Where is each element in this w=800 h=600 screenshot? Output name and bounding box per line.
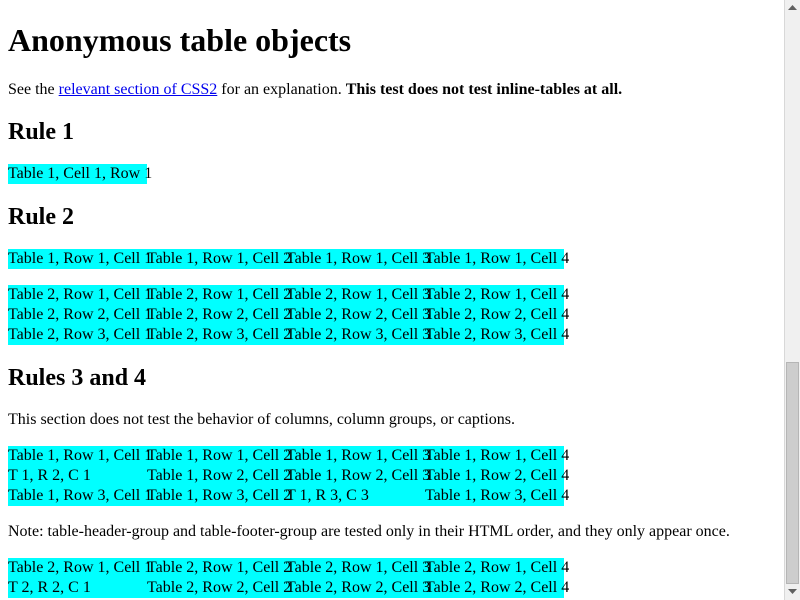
table-row: Table 2, Row 1, Cell 1Table 2, Row 1, Ce… (8, 285, 570, 305)
table-cell: Table 2, Row 1, Cell 2 (147, 559, 292, 576)
table-cell: Table 1, Row 1, Cell 1 (8, 447, 153, 464)
table-cell: Table 1, Row 1, Cell 2 (147, 447, 292, 464)
table-cell: Table 1, Row 1, Cell 4 (425, 447, 570, 464)
table-row: Table 2, Row 3, Cell 1Table 2, Row 3, Ce… (8, 325, 570, 345)
table-cell: Table 1, Cell 1, Row 1 (8, 165, 153, 182)
intro-paragraph: See the relevant section of CSS2 for an … (8, 80, 622, 100)
table-cell: T 1, R 3, C 3 (286, 487, 369, 504)
table-cell: Table 1, Row 1, Cell 3 (286, 250, 431, 267)
table-row: Table 1, Cell 1, Row 1 (8, 164, 152, 184)
intro-prefix: See the (8, 81, 59, 98)
table-cell: T 2, R 2, C 1 (8, 579, 91, 596)
table-cell: Table 1, Row 2, Cell 4 (425, 467, 570, 484)
table-cell: Table 2, Row 3, Cell 4 (425, 326, 570, 343)
table-cell: Table 1, Row 3, Cell 2 (147, 487, 292, 504)
table-cell: Table 2, Row 1, Cell 1 (8, 286, 153, 303)
table-row: T 2, R 2, C 1 Table 2, Row 2, Cell 2Table… (8, 578, 570, 598)
table-cell: Table 1, Row 1, Cell 4 (425, 250, 570, 267)
vertical-scrollbar[interactable] (784, 0, 800, 600)
arrow-up-icon (788, 5, 797, 10)
scroll-down-button[interactable] (785, 584, 800, 600)
rule2-heading: Rule 2 (8, 204, 74, 230)
table-cell: Table 1, Row 3, Cell 1 (8, 487, 153, 504)
rule1-heading: Rule 1 (8, 119, 74, 145)
intro-middle: for an explanation. (217, 81, 346, 98)
table-cell: Table 2, Row 2, Cell 4 (425, 579, 570, 596)
table-cell: Table 1, Row 1, Cell 2 (147, 250, 292, 267)
table-cell: Table 2, Row 1, Cell 4 (425, 286, 570, 303)
css2-section-link[interactable]: relevant section of CSS2 (59, 81, 218, 98)
table-cell: Table 2, Row 3, Cell 3 (286, 326, 431, 343)
table-cell: Table 1, Row 3, Cell 4 (425, 487, 570, 504)
table-cell: Table 2, Row 2, Cell 1 (8, 306, 153, 323)
rule2-table2: Table 2, Row 1, Cell 1Table 2, Row 1, Ce… (8, 285, 570, 345)
table-cell: Table 1, Row 2, Cell 3 (286, 467, 431, 484)
table-cell: Table 2, Row 1, Cell 4 (425, 559, 570, 576)
table-cell: Table 2, Row 2, Cell 3 (286, 306, 431, 323)
table-cell: Table 2, Row 2, Cell 2 (147, 579, 292, 596)
table-cell: Table 2, Row 2, Cell 3 (286, 579, 431, 596)
table-row: T 1, R 2, C 1 Table 1, Row 2, Cell 2Table… (8, 466, 570, 486)
table-cell: Table 2, Row 3, Cell 1 (8, 326, 153, 343)
table-cell: Table 2, Row 1, Cell 3 (286, 559, 431, 576)
rule2-table1: Table 1, Row 1, Cell 1Table 1, Row 1, Ce… (8, 249, 570, 269)
table-cell: Table 2, Row 1, Cell 2 (147, 286, 292, 303)
rules34-heading: Rules 3 and 4 (8, 365, 147, 391)
table-cell: Table 2, Row 3, Cell 2 (147, 326, 292, 343)
arrow-down-icon (788, 589, 797, 594)
table-cell: Table 2, Row 2, Cell 4 (425, 306, 570, 323)
table-cell: Table 2, Row 1, Cell 1 (8, 559, 153, 576)
rules34-table1: Table 1, Row 1, Cell 1Table 1, Row 1, Ce… (8, 446, 570, 506)
table-cell: Table 2, Row 2, Cell 2 (147, 306, 292, 323)
scrollbar-thumb[interactable] (786, 362, 799, 584)
table-row: Table 2, Row 1, Cell 1Table 2, Row 1, Ce… (8, 558, 570, 578)
rule1-table: Table 1, Cell 1, Row 1 (8, 164, 152, 184)
table-row: Table 1, Row 1, Cell 1Table 1, Row 1, Ce… (8, 249, 570, 269)
table-row: Table 1, Row 3, Cell 1Table 1, Row 3, Ce… (8, 486, 570, 506)
table-cell: Table 2, Row 1, Cell 3 (286, 286, 431, 303)
table-row: Table 2, Row 2, Cell 1Table 2, Row 2, Ce… (8, 305, 570, 325)
rules34-table2: Table 2, Row 1, Cell 1Table 2, Row 1, Ce… (8, 558, 570, 598)
table-cell: Table 1, Row 2, Cell 2 (147, 467, 292, 484)
intro-bold-note: This test does not test inline-tables at… (345, 81, 623, 98)
rules34-description: This section does not test the behavior … (8, 411, 516, 428)
scroll-up-button[interactable] (785, 0, 800, 16)
table-cell: Table 1, Row 1, Cell 1 (8, 250, 153, 267)
page-title: Anonymous table objects (8, 22, 352, 58)
table-cell: T 1, R 2, C 1 (8, 467, 91, 484)
table-group-note: Note: table-header-group and table-foote… (8, 523, 730, 540)
table-cell: Table 1, Row 1, Cell 3 (286, 447, 431, 464)
table-row: Table 1, Row 1, Cell 1Table 1, Row 1, Ce… (8, 446, 570, 466)
